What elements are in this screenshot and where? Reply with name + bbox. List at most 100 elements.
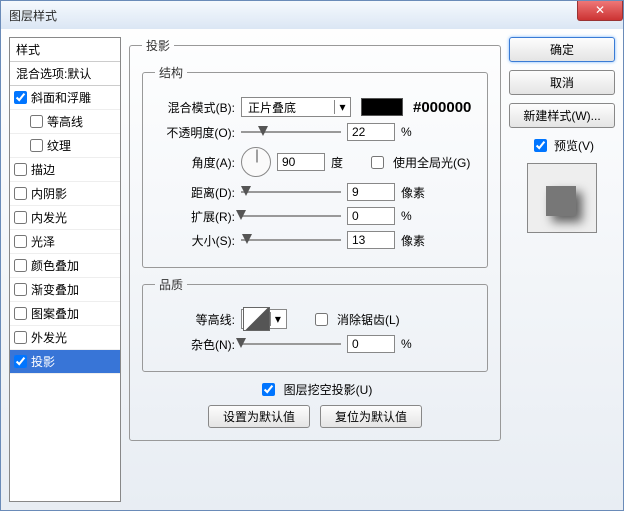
main-panel: 投影 结构 混合模式(B): 正片叠底 ▾ #000000 不透明度(O): [129,37,501,502]
sidebar-item-label: 渐变叠加 [31,281,79,298]
sidebar-item-checkbox[interactable] [30,115,43,128]
sidebar-item[interactable]: 内阴影 [10,182,120,206]
sidebar-item-label: 外发光 [31,329,67,346]
angle-label: 角度(A): [155,154,235,171]
preview-checkbox[interactable] [534,139,547,152]
antialias-label: 消除锯齿(L) [337,311,400,328]
sidebar-item-checkbox[interactable] [14,91,27,104]
chevron-down-icon: ▾ [270,312,285,326]
sidebar-item-checkbox[interactable] [14,235,27,248]
panel-fieldset: 投影 结构 混合模式(B): 正片叠底 ▾ #000000 不透明度(O): [129,37,501,441]
distance-unit: 像素 [401,184,431,201]
close-icon: ✕ [595,3,605,17]
sidebar-blend-defaults[interactable]: 混合选项:默认 [10,62,120,86]
distance-input[interactable] [347,183,395,201]
close-button[interactable]: ✕ [577,1,623,21]
sidebar-item-label: 内发光 [31,209,67,226]
sidebar-item-checkbox[interactable] [14,355,27,368]
contour-row: 等高线: ▾ 消除锯齿(L) [155,309,475,329]
opacity-input[interactable] [347,123,395,141]
sidebar-item-checkbox[interactable] [14,211,27,224]
panel-title: 投影 [142,37,174,54]
opacity-slider[interactable] [241,125,341,139]
sidebar-header[interactable]: 样式 [10,38,120,62]
antialias-checkbox[interactable] [315,313,328,326]
spread-slider[interactable] [241,209,341,223]
make-default-button[interactable]: 设置为默认值 [208,405,310,428]
sidebar-item-checkbox[interactable] [14,307,27,320]
spread-label: 扩展(R): [155,208,235,225]
spread-input[interactable] [347,207,395,225]
sidebar-item-checkbox[interactable] [14,283,27,296]
sidebar-item[interactable]: 斜面和浮雕 [10,86,120,110]
sidebar-item[interactable]: 颜色叠加 [10,254,120,278]
quality-legend: 品质 [155,276,187,293]
sidebar-item-checkbox[interactable] [14,187,27,200]
contour-picker[interactable]: ▾ [241,309,287,329]
angle-row: 角度(A): 度 使用全局光(G) [155,147,475,177]
blend-mode-combo[interactable]: 正片叠底 ▾ [241,97,351,117]
size-slider[interactable] [241,233,341,247]
sidebar-item-label: 内阴影 [31,185,67,202]
sidebar-item[interactable]: 等高线 [10,110,120,134]
spread-unit: % [401,209,431,223]
global-light-checkbox[interactable] [371,156,384,169]
spread-row: 扩展(R): % [155,207,475,225]
sidebar-item-checkbox[interactable] [14,331,27,344]
layer-style-dialog: 图层样式 ✕ 样式 混合选项:默认 斜面和浮雕等高线纹理描边内阴影内发光光泽颜色… [0,0,624,511]
distance-row: 距离(D): 像素 [155,183,475,201]
sidebar-item-label: 斜面和浮雕 [31,89,91,106]
sidebar-item-label: 光泽 [31,233,55,250]
titlebar[interactable]: 图层样式 ✕ [1,1,623,29]
new-style-button[interactable]: 新建样式(W)... [509,103,615,128]
angle-input[interactable] [277,153,325,171]
ok-button[interactable]: 确定 [509,37,615,62]
cancel-button[interactable]: 取消 [509,70,615,95]
distance-slider[interactable] [241,185,341,199]
blend-mode-label: 混合模式(B): [155,99,235,116]
preview-toggle: 预览(V) [509,136,615,155]
sidebar-item[interactable]: 渐变叠加 [10,278,120,302]
sidebar-item[interactable]: 纹理 [10,134,120,158]
noise-row: 杂色(N): % [155,335,475,353]
opacity-unit: % [401,125,431,139]
color-hex: #000000 [413,99,471,116]
preview-box [527,163,597,233]
knockout-label: 图层挖空投影(U) [284,381,373,398]
styles-sidebar: 样式 混合选项:默认 斜面和浮雕等高线纹理描边内阴影内发光光泽颜色叠加渐变叠加图… [9,37,121,502]
size-label: 大小(S): [155,232,235,249]
preview-sample [546,186,576,216]
sidebar-item[interactable]: 光泽 [10,230,120,254]
sidebar-item[interactable]: 描边 [10,158,120,182]
knockout-checkbox[interactable] [262,383,275,396]
noise-slider[interactable] [241,337,341,351]
sidebar-item-label: 颜色叠加 [31,257,79,274]
opacity-row: 不透明度(O): % [155,123,475,141]
preview-label: 预览(V) [554,137,594,154]
sidebar-item-label: 描边 [31,161,55,178]
sidebar-item-checkbox[interactable] [14,163,27,176]
sidebar-item[interactable]: 外发光 [10,326,120,350]
noise-label: 杂色(N): [155,336,235,353]
sidebar-item[interactable]: 投影 [10,350,120,374]
angle-dial[interactable] [241,147,271,177]
noise-unit: % [401,337,431,351]
structure-legend: 结构 [155,64,187,81]
quality-group: 品质 等高线: ▾ 消除锯齿(L) 杂色(N): [142,276,488,372]
sidebar-item-checkbox[interactable] [30,139,43,152]
size-unit: 像素 [401,232,431,249]
chevron-down-icon: ▾ [334,100,350,114]
noise-input[interactable] [347,335,395,353]
blend-mode-value: 正片叠底 [242,99,334,116]
default-buttons-row: 设置为默认值 复位为默认值 [142,405,488,428]
size-row: 大小(S): 像素 [155,231,475,249]
sidebar-item[interactable]: 内发光 [10,206,120,230]
sidebar-item-checkbox[interactable] [14,259,27,272]
color-swatch[interactable] [361,98,403,116]
distance-label: 距离(D): [155,184,235,201]
sidebar-item[interactable]: 图案叠加 [10,302,120,326]
reset-default-button[interactable]: 复位为默认值 [320,405,422,428]
sidebar-item-label: 等高线 [47,113,83,130]
window-title: 图层样式 [9,7,57,24]
size-input[interactable] [347,231,395,249]
